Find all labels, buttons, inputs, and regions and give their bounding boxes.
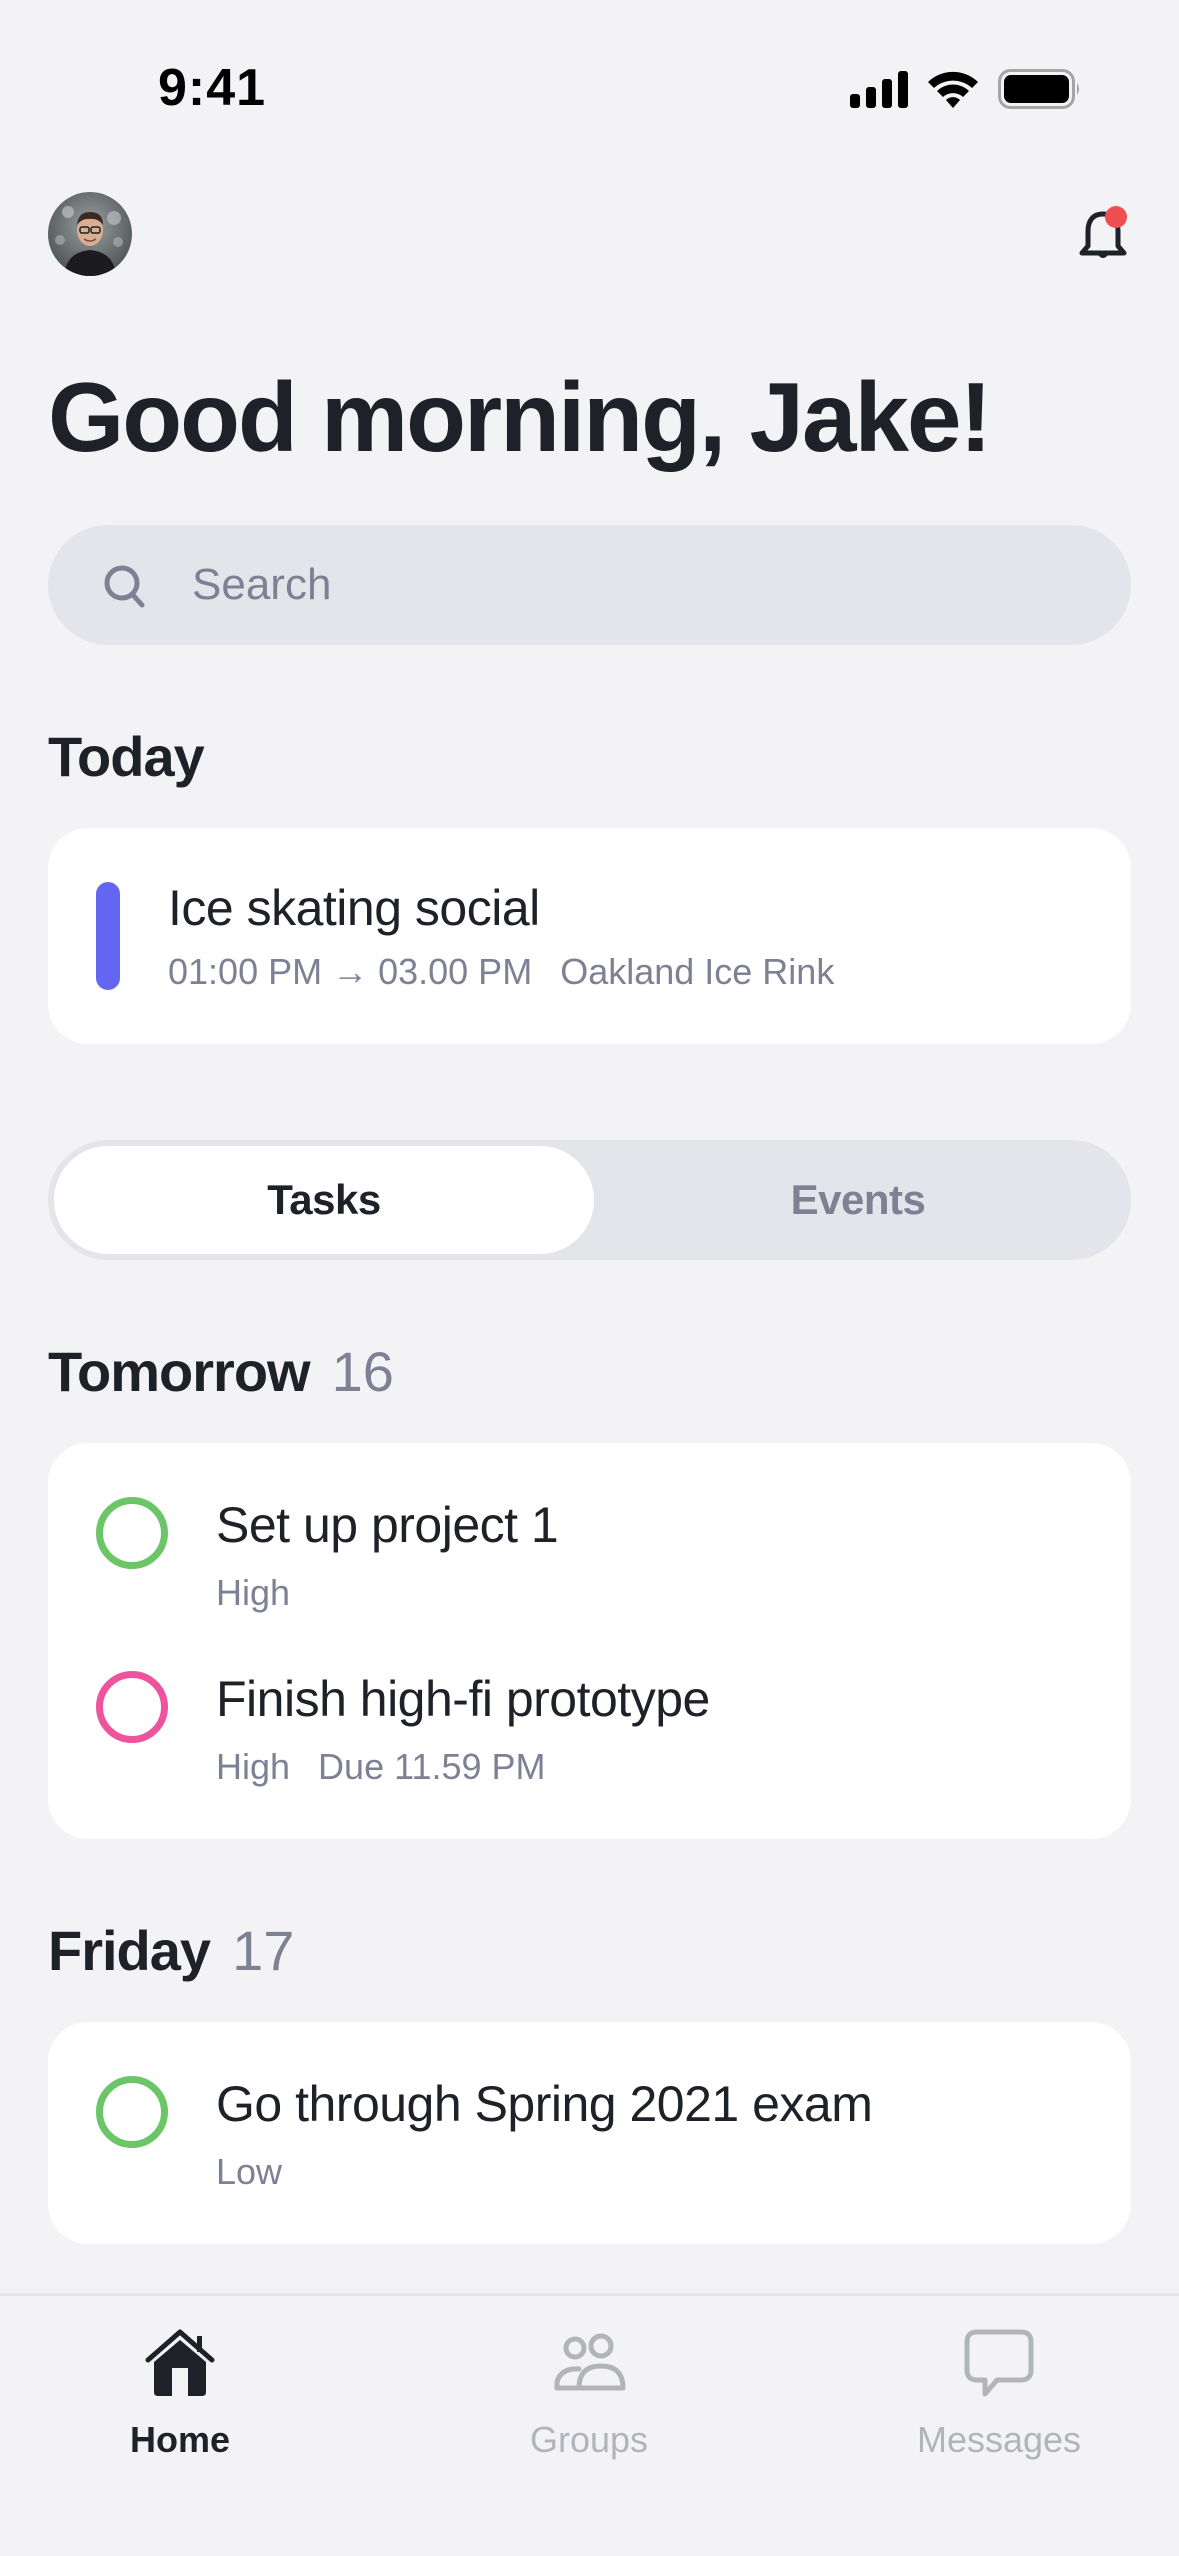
- battery-icon: [998, 69, 1079, 109]
- group-count: 17: [232, 1919, 295, 1982]
- tasks-events-toggle: Tasks Events: [48, 1140, 1131, 1260]
- segment-events[interactable]: Events: [588, 1146, 1128, 1254]
- task-checkbox[interactable]: [96, 1671, 168, 1743]
- segment-tasks[interactable]: Tasks: [54, 1146, 594, 1254]
- search-bar[interactable]: [48, 525, 1131, 645]
- task-checkbox[interactable]: [96, 2076, 168, 2148]
- notifications-button[interactable]: [1068, 200, 1138, 270]
- task-due: Due 11.59 PM: [318, 1746, 546, 1787]
- event-color-bar: [96, 882, 120, 990]
- tab-label: Messages: [916, 2419, 1082, 2460]
- status-icons: [850, 66, 1082, 112]
- group-title: Tomorrow: [48, 1340, 311, 1403]
- home-screen: 9:41 Good morning, Jake! Search Today Ic…: [0, 0, 1179, 2556]
- task-meta: High Due 11.59 PM: [216, 1745, 546, 1789]
- task-title: Finish high-fi prototype: [216, 1671, 710, 1727]
- tab-label: Home: [129, 2419, 231, 2460]
- task-priority: High: [216, 1572, 291, 1613]
- page-title: Good morning, Jake!: [48, 362, 992, 472]
- tab-bar: Home Groups Messages: [0, 2293, 1179, 2556]
- task-title: Set up project 1: [216, 1497, 559, 1553]
- wifi-icon: [928, 71, 978, 108]
- event-location: Oakland Ice Rink: [560, 951, 835, 992]
- tab-home[interactable]: Home: [60, 2324, 300, 2464]
- avatar[interactable]: [48, 192, 132, 276]
- groups-icon: [554, 2333, 626, 2391]
- task-priority: Low: [216, 2151, 283, 2192]
- tab-messages[interactable]: Messages: [879, 2324, 1119, 2464]
- avatar-photo: [48, 192, 132, 276]
- group-count: 16: [331, 1340, 394, 1403]
- bell-icon: [1079, 206, 1127, 258]
- today-heading: Today: [48, 725, 205, 788]
- cellular-signal-icon: [850, 71, 908, 108]
- status-time: 9:41: [158, 59, 267, 117]
- messages-icon: [964, 2329, 1034, 2397]
- event-time: 01:00 PM → 03.00 PM: [168, 951, 533, 992]
- search-icon: [104, 565, 145, 608]
- event-card[interactable]: Ice skating social 01:00 PM → 03.00 PM Oa…: [48, 828, 1131, 1044]
- tab-label: Groups: [529, 2419, 649, 2460]
- search-input[interactable]: [192, 525, 1072, 645]
- task-meta: Low: [216, 2150, 282, 2194]
- event-meta: 01:00 PM → 03.00 PM Oakland Ice Rink: [168, 950, 834, 994]
- event-title: Ice skating social: [168, 880, 540, 936]
- tab-groups[interactable]: Groups: [469, 2324, 709, 2464]
- task-priority: High: [216, 1746, 291, 1787]
- group-heading-tomorrow: Tomorrow 16: [48, 1340, 394, 1404]
- group-title: Friday: [48, 1919, 211, 1982]
- group-heading-friday: Friday 17: [48, 1919, 294, 1983]
- home-icon: [145, 2329, 215, 2396]
- task-meta: High: [216, 1571, 290, 1615]
- task-list-tomorrow: Set up project 1 High Finish high-fi pro…: [48, 1443, 1131, 1839]
- task-checkbox[interactable]: [96, 1497, 168, 1569]
- task-list-friday: Go through Spring 2021 exam Low: [48, 2022, 1131, 2244]
- notification-dot: [1105, 206, 1127, 228]
- task-title: Go through Spring 2021 exam: [216, 2076, 873, 2132]
